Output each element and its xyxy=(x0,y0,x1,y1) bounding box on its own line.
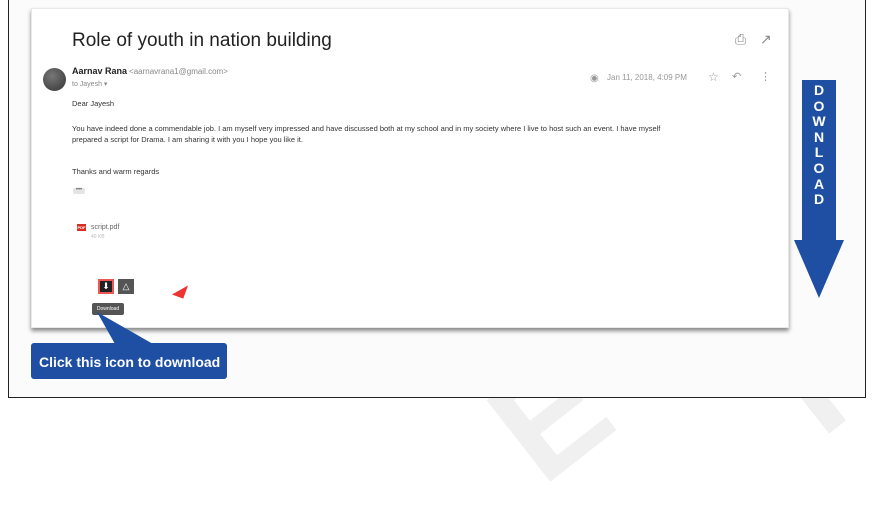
download-icon: ⬇ xyxy=(102,281,110,291)
open-in-new-icon[interactable]: ↗ xyxy=(760,31,772,48)
more-vert-icon[interactable]: ⋮ xyxy=(760,70,771,83)
email-body-line-2: prepared a script for Drama. I am sharin… xyxy=(72,135,303,144)
pdf-icon: PDF xyxy=(77,224,86,231)
email-date: Jan 11, 2018, 4:09 PM xyxy=(607,73,687,82)
download-callout: Click this icon to download xyxy=(31,343,227,379)
printer-icon[interactable]: ⎙ xyxy=(735,31,746,48)
download-banner-text: DOWNLOAD xyxy=(812,82,826,208)
save-to-drive-button[interactable]: △ xyxy=(118,279,134,294)
sender-email: <aarnavrana1@gmail.com> xyxy=(129,67,228,76)
star-icon[interactable]: ☆ xyxy=(708,70,719,84)
email-greeting: Dear Jayesh xyxy=(72,99,115,108)
sender-name: Aarnav Rana xyxy=(72,66,128,76)
email-panel: Role of youth in nation building ⎙ ↗ Aar… xyxy=(31,8,789,328)
email-body-line-1: You have indeed done a commendable job. … xyxy=(72,124,661,133)
reply-icon[interactable]: ↶ xyxy=(732,70,741,83)
avatar[interactable] xyxy=(43,68,66,91)
email-closing: Thanks and warm regards xyxy=(72,167,160,176)
download-button[interactable]: ⬇ xyxy=(98,279,114,294)
sender-line: Aarnav Rana <aarnavrana1@gmail.com> xyxy=(72,66,228,76)
drive-icon: △ xyxy=(122,281,130,291)
attachment-filename[interactable]: script.pdf xyxy=(91,224,119,231)
eye-icon: ◉ xyxy=(590,73,599,84)
attachment-size: 40 KB xyxy=(91,234,105,240)
email-subject: Role of youth in nation building xyxy=(72,30,332,51)
show-trimmed-button[interactable]: ••• xyxy=(73,187,85,194)
callout-pointer xyxy=(97,312,153,344)
recipient-line[interactable]: to Jayesh ▾ xyxy=(72,80,107,88)
mouse-cursor-icon xyxy=(171,281,189,299)
